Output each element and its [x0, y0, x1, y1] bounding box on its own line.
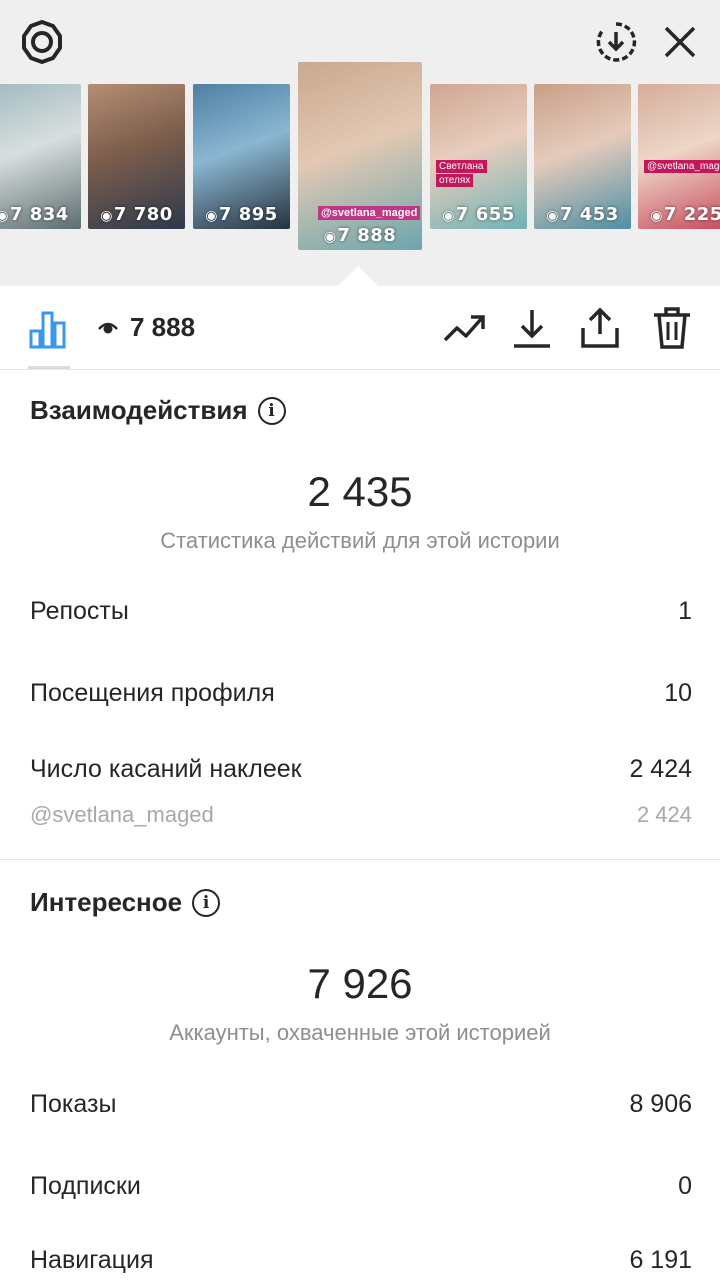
story-thumbnail[interactable]: @svetlana_maged ◉7 225: [638, 84, 720, 229]
insights-tab[interactable]: [24, 304, 72, 352]
eye-icon: ◉: [0, 208, 9, 224]
eye-icon: ◉: [205, 208, 218, 224]
row-sticker-mention: @svetlana_maged 2 424: [30, 802, 692, 828]
eye-icon: ◉: [546, 208, 559, 224]
section-divider: [0, 859, 720, 860]
story-overlay-text: отелях: [436, 174, 474, 187]
story-views-count: 7 895: [218, 204, 278, 225]
selected-pointer: [338, 266, 378, 286]
settings-icon: [22, 20, 62, 64]
row-label: Число касаний наклеек: [30, 755, 302, 783]
story-thumbnail[interactable]: Светлана отелях ◉7 655: [430, 84, 527, 229]
story-carousel-area: ◉7 834 ◉7 780 ◉7 895 @svetlana_maged ◉7 888 С…: [0, 0, 720, 286]
row-label: Подписки: [30, 1172, 141, 1200]
delete-button[interactable]: [648, 304, 696, 352]
eye-icon: ◉: [323, 229, 337, 245]
info-icon[interactable]: i: [257, 396, 286, 425]
share-icon: [581, 307, 619, 348]
row-label: Репосты: [30, 597, 129, 625]
story-views-count: 7 780: [113, 204, 173, 225]
views-count: 7 888: [98, 312, 195, 343]
eye-icon: ◉: [442, 208, 455, 224]
story-views: ◉7 895: [193, 204, 290, 225]
story-overlay-text: Светлана: [436, 160, 487, 173]
interactions-subtitle: Статистика действий для этой истории: [160, 528, 560, 553]
story-thumbnail[interactable]: ◉7 453: [534, 84, 631, 229]
story-thumbnail[interactable]: ◉7 834: [0, 84, 81, 229]
row-sticker-taps: Число касаний наклеек 2 424: [30, 755, 692, 784]
row-follows: Подписки 0: [30, 1172, 692, 1201]
interactions-title-label: Взаимодействия: [30, 395, 248, 425]
interactions-total: 2 435: [307, 468, 413, 515]
row-impressions: Показы 8 906: [30, 1090, 692, 1119]
trending-button[interactable]: [440, 304, 488, 352]
story-toolbar: 7 888: [0, 286, 720, 370]
row-reposts: Репосты 1: [30, 597, 692, 626]
row-label: Посещения профиля: [30, 679, 275, 707]
insights-bar-icon: [29, 311, 66, 349]
info-icon[interactable]: i: [192, 888, 221, 917]
row-navigation: Навигация 6 191: [30, 1246, 692, 1275]
story-views-count: 7 834: [9, 204, 69, 225]
discovery-subtitle: Аккаунты, охваченные этой историей: [169, 1020, 551, 1045]
close-button[interactable]: [654, 16, 706, 68]
row-value: 6 191: [629, 1246, 692, 1274]
eye-icon: [98, 322, 118, 333]
share-button[interactable]: [576, 304, 624, 352]
trending-icon: [443, 315, 485, 342]
discovery-title: Интересное i: [30, 887, 221, 918]
row-profile-visits: Посещения профиля 10: [30, 679, 692, 708]
eye-icon: ◉: [100, 208, 113, 224]
row-label: Показы: [30, 1090, 117, 1118]
close-icon: [664, 26, 696, 58]
story-views: ◉7 888: [298, 225, 422, 246]
row-value: 2 424: [629, 755, 692, 783]
story-thumbnail[interactable]: ◉7 780: [88, 84, 185, 229]
download-circle-icon: [596, 22, 637, 62]
story-views-count: 7 655: [455, 204, 515, 225]
download-button[interactable]: [508, 304, 556, 352]
discovery-title-label: Интересное: [30, 887, 183, 917]
story-views: ◉7 655: [430, 204, 527, 225]
save-story-button[interactable]: [590, 16, 642, 68]
views-count-label: 7 888: [130, 312, 196, 342]
story-views: ◉7 225: [638, 204, 720, 225]
story-views: ◉7 780: [88, 204, 185, 225]
eye-icon: ◉: [650, 208, 663, 224]
download-icon: [514, 310, 550, 348]
row-value: 1: [678, 597, 692, 625]
row-value: 0: [678, 1172, 692, 1200]
story-views-count: 7 888: [337, 225, 397, 246]
row-label: @svetlana_maged: [30, 802, 214, 827]
interactions-title: Взаимодействия i: [30, 395, 286, 426]
tab-underline: [28, 366, 70, 369]
row-value: 8 906: [629, 1090, 692, 1118]
discovery-total: 7 926: [307, 960, 413, 1007]
settings-button[interactable]: [16, 16, 68, 68]
story-thumbnail-selected[interactable]: @svetlana_maged ◉7 888: [298, 62, 422, 250]
trash-icon: [654, 307, 690, 349]
story-views: ◉7 453: [534, 204, 631, 225]
story-thumbnail[interactable]: ◉7 895: [193, 84, 290, 229]
row-label: Навигация: [30, 1246, 154, 1274]
story-views-count: 7 453: [559, 204, 619, 225]
row-value: 10: [664, 679, 692, 707]
story-views: ◉7 834: [0, 204, 81, 225]
mention-sticker: @svetlana_maged: [318, 206, 421, 220]
row-value: 2 424: [636, 802, 692, 827]
story-views-count: 7 225: [663, 204, 720, 225]
story-overlay-text: @svetlana_maged: [644, 160, 720, 173]
